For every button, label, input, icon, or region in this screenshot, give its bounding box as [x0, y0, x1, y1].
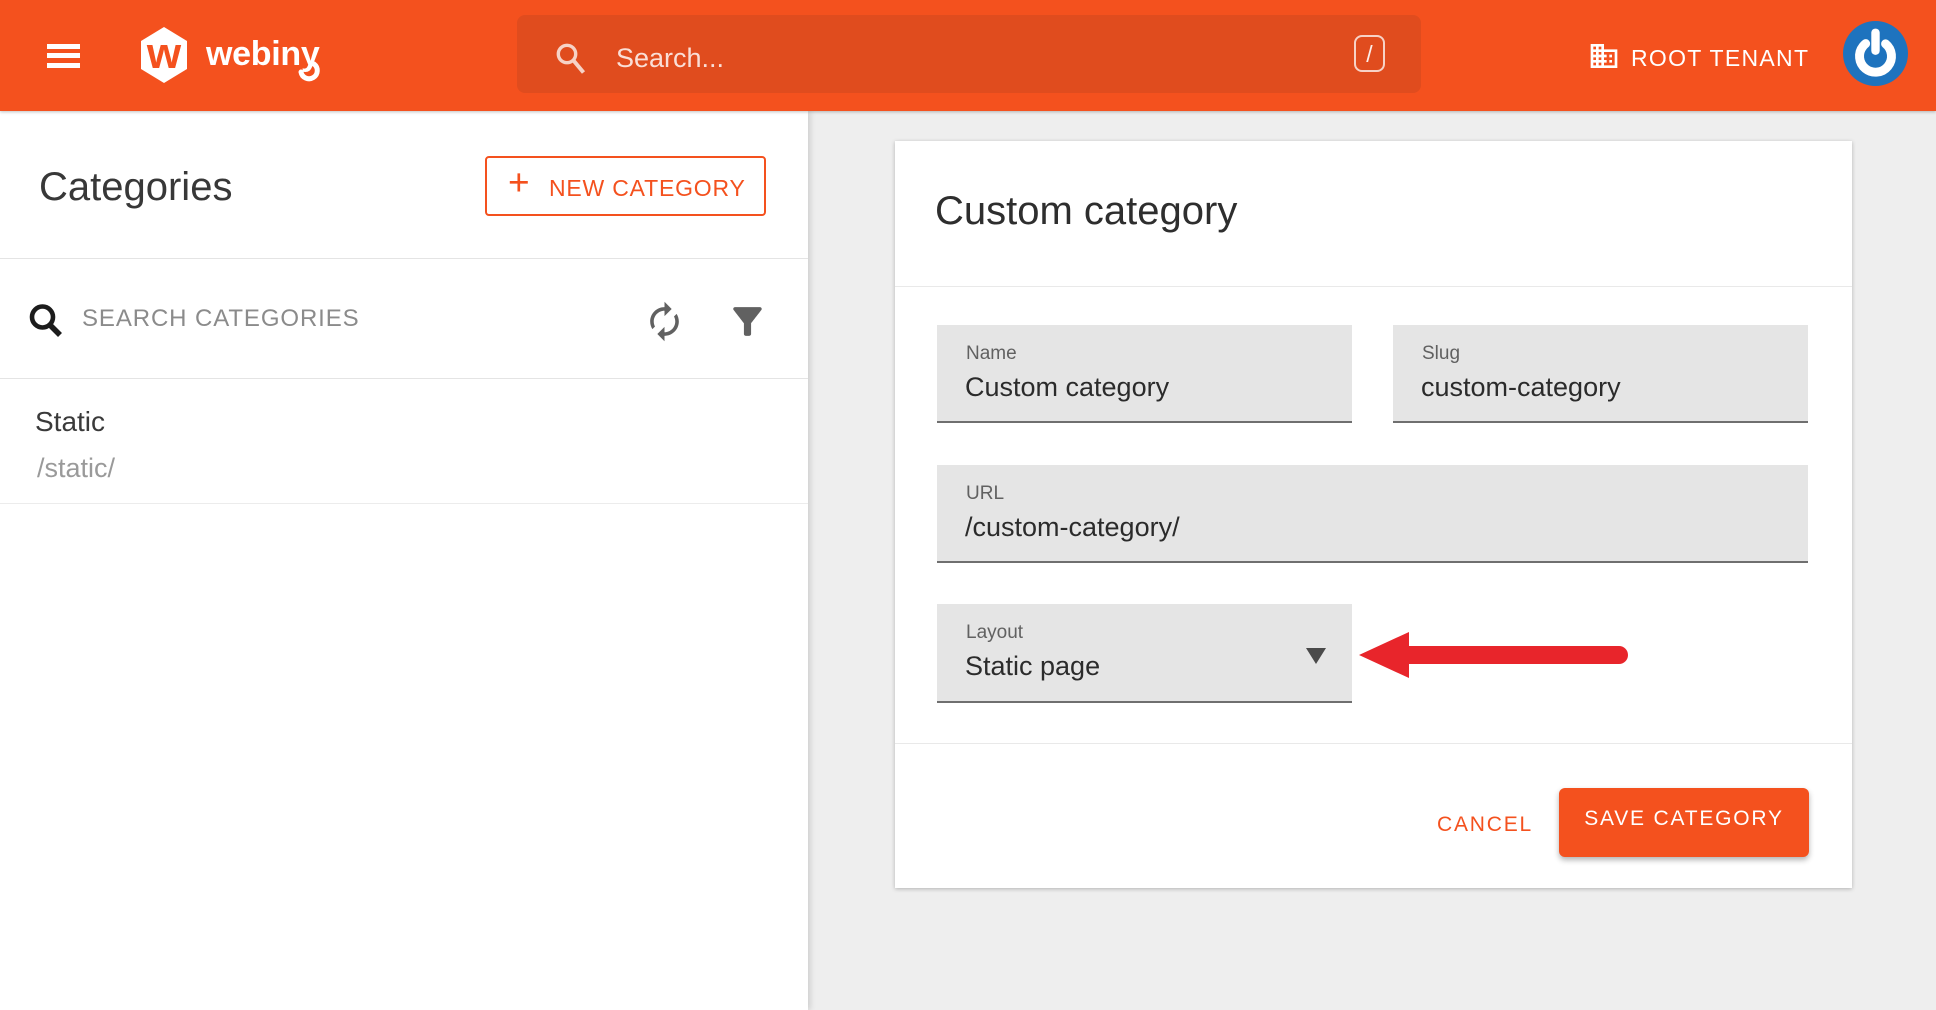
svg-text:w: w [146, 29, 182, 78]
